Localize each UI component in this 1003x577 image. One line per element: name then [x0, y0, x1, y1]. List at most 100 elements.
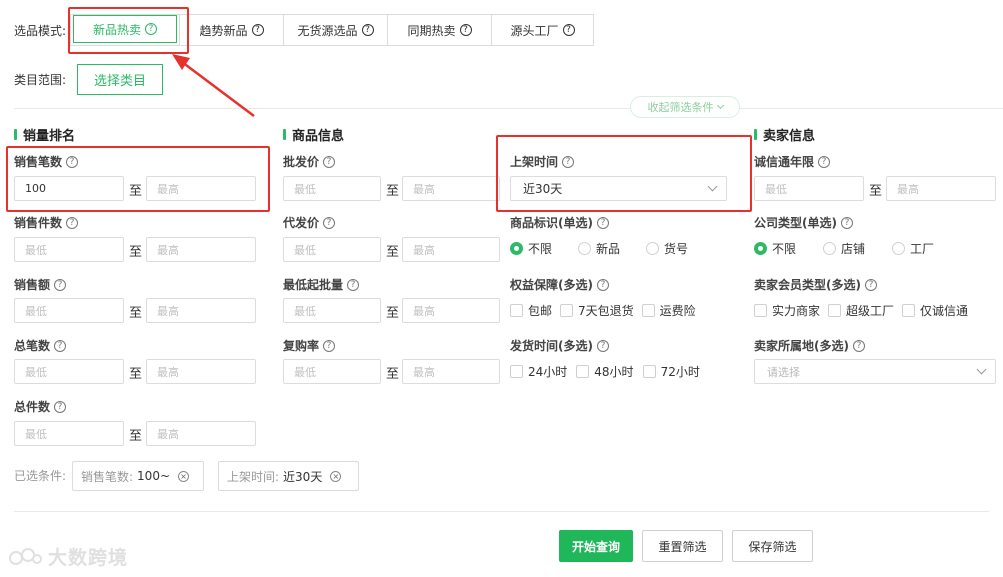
- checkbox-free-shipping[interactable]: 包邮: [510, 302, 552, 319]
- help-icon: ?: [864, 278, 877, 291]
- checkbox-super-factory[interactable]: 超级工厂: [828, 302, 894, 319]
- help-icon: ?: [596, 278, 609, 291]
- help-icon: ?: [852, 339, 865, 352]
- accent-bar: [14, 129, 17, 140]
- start-search-button[interactable]: 开始查询: [559, 530, 633, 562]
- sales-pieces-min-input[interactable]: 最低: [14, 237, 124, 262]
- checkbox-box: [642, 365, 656, 378]
- radio-company-factory[interactable]: 工厂: [892, 240, 934, 257]
- total-orders-min-input[interactable]: 最低: [14, 359, 124, 384]
- field-label-text: 商品标识(单选): [510, 216, 593, 230]
- wholesale-price-min-input[interactable]: 最低: [283, 176, 381, 201]
- save-filters-button[interactable]: 保存筛选: [732, 530, 813, 562]
- dropship-price-max-input[interactable]: 最高: [402, 237, 500, 262]
- checkbox-label: 运费险: [659, 304, 696, 318]
- range-to-text: 至: [129, 306, 143, 321]
- field-label-sales-orders: 销售笔数?: [14, 153, 79, 170]
- sales-amount-max-input[interactable]: 最高: [146, 298, 256, 323]
- range-to-text: 至: [386, 367, 400, 382]
- range-to-text: 至: [386, 306, 400, 321]
- select-category-button[interactable]: 选择类目: [77, 64, 163, 95]
- chip-key: 销售笔数:: [81, 469, 134, 484]
- help-icon: ?: [323, 155, 336, 168]
- category-label: 类目范围:: [14, 73, 67, 87]
- field-label-trust-years: 诚信通年限?: [754, 153, 831, 170]
- tab-new-hot[interactable]: 新品热卖 ?: [73, 15, 177, 43]
- field-label-text: 销售额: [14, 278, 51, 292]
- close-icon[interactable]: ×: [330, 470, 342, 482]
- checkbox-freight-insurance[interactable]: 运费险: [641, 302, 696, 319]
- total-pieces-max-input[interactable]: 最高: [146, 421, 256, 446]
- reset-filters-button[interactable]: 重置筛选: [642, 530, 723, 562]
- checkbox-box: [754, 304, 767, 317]
- section-title-product: 商品信息: [283, 125, 344, 144]
- checkbox-48h[interactable]: 48小时: [576, 363, 634, 380]
- radio-company-shop[interactable]: 店铺: [823, 240, 865, 257]
- checkbox-label: 仅诚信通: [920, 304, 969, 318]
- chip-value: 近30天: [283, 469, 323, 484]
- total-pieces-min-input[interactable]: 最低: [14, 421, 124, 446]
- dropship-price-min-input[interactable]: 最低: [283, 237, 381, 262]
- help-icon: ?: [562, 24, 575, 36]
- sales-orders-max-input[interactable]: 最高: [146, 176, 256, 201]
- checkbox-box: [510, 365, 523, 378]
- sales-orders-min-input[interactable]: 100: [14, 176, 124, 201]
- checkbox-trustpass-only[interactable]: 仅诚信通: [902, 302, 968, 319]
- listing-time-select[interactable]: 近30天: [510, 176, 727, 201]
- help-icon: ?: [251, 24, 264, 36]
- checkbox-strong-merchant[interactable]: 实力商家: [754, 302, 820, 319]
- field-label-text: 卖家会员类型(多选): [754, 278, 861, 292]
- trust-years-max-input[interactable]: 最高: [886, 176, 996, 201]
- min-batch-max-input[interactable]: 最高: [402, 298, 500, 323]
- product-tag-radio-group: 不限 新品 货号: [510, 240, 688, 257]
- field-label-dropship-price: 代发价?: [283, 214, 336, 231]
- close-icon[interactable]: ×: [178, 470, 190, 482]
- sales-pieces-max-input[interactable]: 最高: [146, 237, 256, 262]
- wholesale-price-max-input[interactable]: 最高: [402, 176, 500, 201]
- member-type-checkbox-group: 实力商家 超级工厂 仅诚信通: [754, 302, 968, 319]
- field-label-total-pieces: 总件数?: [14, 398, 67, 415]
- collapse-label: 收起筛选条件: [647, 101, 714, 114]
- company-type-radio-group: 不限 店铺 工厂: [754, 240, 934, 257]
- help-icon: ?: [66, 216, 79, 229]
- checkbox-72h[interactable]: 72小时: [642, 363, 700, 380]
- watermark-logo-icon: [9, 547, 42, 565]
- repurchase-rate-min-input[interactable]: 最低: [283, 359, 381, 384]
- radio-product-tag-any[interactable]: 不限: [510, 240, 552, 257]
- tab-trend-new[interactable]: 趋势新品 ?: [179, 15, 283, 45]
- tab-source-factory[interactable]: 源头工厂 ?: [491, 15, 593, 45]
- min-batch-min-input[interactable]: 最低: [283, 298, 381, 323]
- checkbox-label: 24小时: [528, 365, 568, 379]
- help-icon: ?: [145, 23, 157, 35]
- sales-amount-min-input[interactable]: 最低: [14, 298, 124, 323]
- total-orders-max-input[interactable]: 最高: [146, 359, 256, 384]
- seller-location-select[interactable]: 请选择: [754, 359, 996, 384]
- field-label-text: 总笔数: [14, 339, 51, 353]
- range-to-text: 至: [129, 184, 143, 199]
- annotation-arrow-icon: [172, 54, 255, 117]
- condition-chip-sales-orders: 销售笔数: 100~ ×: [72, 461, 204, 491]
- tab-no-stock[interactable]: 无货源选品 ?: [283, 15, 387, 45]
- radio-company-any[interactable]: 不限: [754, 240, 796, 257]
- checkbox-box: [576, 365, 590, 378]
- watermark-text: 大数跨境: [48, 547, 129, 569]
- trust-years-min-input[interactable]: 最低: [754, 176, 864, 201]
- checkbox-box: [560, 304, 574, 317]
- field-label-guarantee: 权益保障(多选)?: [510, 276, 609, 293]
- radio-product-tag-new[interactable]: 新品: [578, 240, 620, 257]
- section-title-text: 销量排名: [23, 129, 76, 144]
- help-icon: ?: [54, 339, 67, 352]
- tab-same-period[interactable]: 同期热卖 ?: [387, 15, 491, 45]
- collapse-filters-toggle[interactable]: 收起筛选条件: [630, 96, 740, 118]
- field-label-listing-time: 上架时间?: [510, 153, 575, 170]
- help-icon: ?: [818, 155, 831, 168]
- field-label-repurchase-rate: 复购率?: [283, 337, 336, 354]
- checkbox-24h[interactable]: 24小时: [510, 363, 567, 380]
- field-label-text: 权益保障(多选): [510, 278, 593, 292]
- repurchase-rate-max-input[interactable]: 最高: [402, 359, 500, 384]
- checkbox-box: [641, 304, 655, 317]
- field-label-text: 复购率: [283, 339, 320, 353]
- radio-product-tag-sku[interactable]: 货号: [646, 240, 688, 257]
- field-label-total-orders: 总笔数?: [14, 337, 67, 354]
- checkbox-7day-return[interactable]: 7天包退货: [560, 302, 634, 319]
